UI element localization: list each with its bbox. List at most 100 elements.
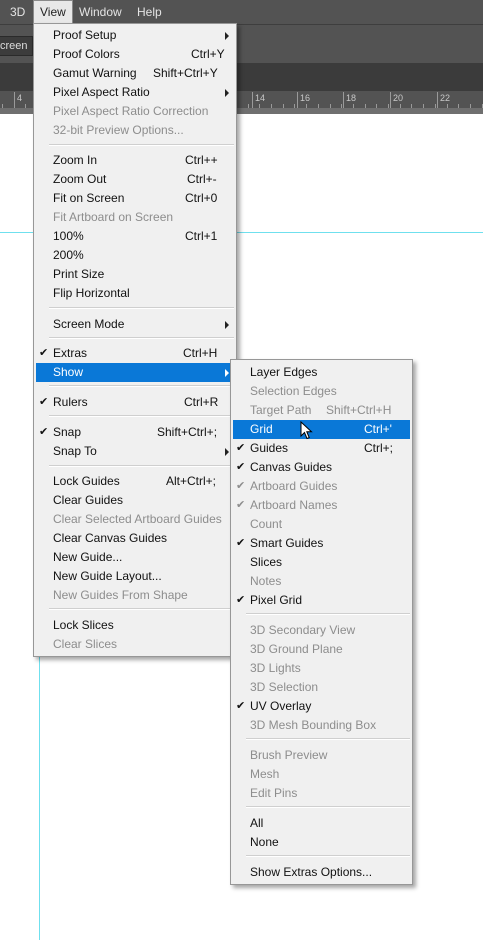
menu-item-extras[interactable]: ✔ Extras Ctrl+H bbox=[36, 344, 234, 363]
menu-item-artboard-guides: ✔ Artboard Guides bbox=[233, 477, 410, 496]
menu-item-label: Show Extras Options... bbox=[250, 865, 373, 879]
menu-item-fit-on-screen[interactable]: Fit on Screen Ctrl+0 bbox=[36, 189, 234, 208]
menu-item-shortcut: Alt+Ctrl+; bbox=[166, 474, 217, 488]
menu-item-label: Notes bbox=[250, 574, 282, 588]
menu-item-3d-secondary-view: 3D Secondary View bbox=[233, 621, 410, 640]
check-icon: ✔ bbox=[236, 594, 246, 606]
menu-item-200[interactable]: 200% bbox=[36, 246, 234, 265]
menu-item-guides[interactable]: ✔ Guides Ctrl+; bbox=[233, 439, 410, 458]
menu-separator bbox=[246, 855, 410, 857]
menu-item-shortcut: Shift+Ctrl+Y bbox=[153, 66, 218, 80]
ruler-tick-label: 22 bbox=[440, 93, 451, 103]
menu-item-proof-setup[interactable]: Proof Setup bbox=[36, 26, 234, 45]
menu-item-new-guide-layout[interactable]: New Guide Layout... bbox=[36, 567, 234, 586]
menu-item-label: Show bbox=[53, 365, 84, 379]
menu-item-label: Fit on Screen bbox=[53, 191, 125, 205]
menu-item-pixel-aspect-ratio[interactable]: Pixel Aspect Ratio bbox=[36, 83, 234, 102]
chevron-right-icon bbox=[225, 321, 229, 329]
menu-item-label: Count bbox=[250, 517, 283, 531]
menu-item-slices[interactable]: Slices bbox=[233, 553, 410, 572]
menu-item-shortcut: Shift+Ctrl+; bbox=[157, 425, 218, 439]
menu-separator bbox=[246, 613, 410, 615]
screen-mode-button[interactable]: creen bbox=[0, 36, 33, 56]
menubar: 3D View Window Help bbox=[0, 0, 483, 24]
menu-item-clear-canvas-guides[interactable]: Clear Canvas Guides bbox=[36, 529, 234, 548]
menu-item-shortcut: Ctrl+; bbox=[364, 441, 394, 455]
menu-item-label: New Guides From Shape bbox=[53, 588, 188, 602]
menu-item-print-size[interactable]: Print Size bbox=[36, 265, 234, 284]
menu-item-uv-overlay[interactable]: ✔ UV Overlay bbox=[233, 697, 410, 716]
menu-item-shortcut: Ctrl+R bbox=[184, 395, 219, 409]
menu-separator bbox=[49, 337, 234, 339]
menu-item-label: Slices bbox=[250, 555, 283, 569]
chevron-right-icon bbox=[225, 32, 229, 40]
menu-item-label: None bbox=[250, 835, 279, 849]
menu-item-layer-edges[interactable]: Layer Edges bbox=[233, 363, 410, 382]
menu-item-label: Mesh bbox=[250, 767, 280, 781]
menu-item-clear-guides[interactable]: Clear Guides bbox=[36, 491, 234, 510]
menu-item-pixel-aspect-ratio-correction: Pixel Aspect Ratio Correction bbox=[36, 102, 234, 121]
menu-item-grid[interactable]: Grid Ctrl+' bbox=[233, 420, 410, 439]
menu-item-screen-mode[interactable]: Screen Mode bbox=[36, 315, 234, 334]
check-icon: ✔ bbox=[39, 426, 49, 438]
menu-item-lock-slices[interactable]: Lock Slices bbox=[36, 616, 234, 635]
menu-item-label: Fit Artboard on Screen bbox=[53, 210, 174, 224]
menu-item-shortcut: Ctrl+- bbox=[187, 172, 217, 186]
menu-item-label: Clear Slices bbox=[53, 637, 118, 651]
menu-window[interactable]: Window bbox=[73, 0, 128, 24]
menu-item-label: Proof Setup bbox=[53, 28, 117, 42]
menu-item-shortcut: Ctrl+1 bbox=[185, 229, 218, 243]
check-icon: ✔ bbox=[236, 442, 246, 454]
menu-item-pixel-grid[interactable]: ✔ Pixel Grid bbox=[233, 591, 410, 610]
menu-item-label: Grid bbox=[250, 422, 273, 436]
menu-item-label: Smart Guides bbox=[250, 536, 324, 550]
menu-item-clear-selected-artboard-guides: Clear Selected Artboard Guides bbox=[36, 510, 234, 529]
menu-item-label: Clear Canvas Guides bbox=[53, 531, 168, 545]
menu-item-label: Zoom In bbox=[53, 153, 98, 167]
menu-item-shortcut: Ctrl+0 bbox=[185, 191, 218, 205]
menu-item-notes: Notes bbox=[233, 572, 410, 591]
menu-item-target-path: Target Path Shift+Ctrl+H bbox=[233, 401, 410, 420]
menu-separator bbox=[49, 608, 234, 610]
menu-item-shortcut: Ctrl++ bbox=[185, 153, 218, 167]
menu-3d[interactable]: 3D bbox=[4, 0, 31, 24]
view-menu: Proof Setup Proof Colors Ctrl+Y Gamut Warni… bbox=[33, 23, 237, 657]
menu-item-shortcut: Shift+Ctrl+H bbox=[326, 403, 392, 417]
menu-item-selection-edges: Selection Edges bbox=[233, 382, 410, 401]
menu-separator bbox=[246, 806, 410, 808]
menu-item-flip-horizontal[interactable]: Flip Horizontal bbox=[36, 284, 234, 303]
menu-item-label: Target Path bbox=[250, 403, 312, 417]
menu-item-100[interactable]: 100% Ctrl+1 bbox=[36, 227, 234, 246]
menu-item-label: 3D Selection bbox=[250, 680, 319, 694]
menu-item-label: Pixel Aspect Ratio bbox=[53, 85, 150, 99]
check-icon: ✔ bbox=[236, 537, 246, 549]
menu-item-label: Lock Slices bbox=[53, 618, 114, 632]
menu-item-new-guide[interactable]: New Guide... bbox=[36, 548, 234, 567]
menu-item-zoom-in[interactable]: Zoom In Ctrl++ bbox=[36, 151, 234, 170]
menu-item-lock-guides[interactable]: Lock Guides Alt+Ctrl+; bbox=[36, 472, 234, 491]
menu-item-canvas-guides[interactable]: ✔ Canvas Guides bbox=[233, 458, 410, 477]
menu-item-snap-to[interactable]: Snap To bbox=[36, 442, 234, 461]
menu-item-rulers[interactable]: ✔ Rulers Ctrl+R bbox=[36, 393, 234, 412]
menu-item-artboard-names: ✔ Artboard Names bbox=[233, 496, 410, 515]
menu-help[interactable]: Help bbox=[131, 0, 168, 24]
menu-item-label: All bbox=[250, 816, 264, 830]
menu-item-gamut-warning[interactable]: Gamut Warning Shift+Ctrl+Y bbox=[36, 64, 234, 83]
check-icon: ✔ bbox=[236, 700, 246, 712]
menu-separator bbox=[49, 144, 234, 146]
menu-item-show-extras-options[interactable]: Show Extras Options... bbox=[233, 863, 410, 882]
menu-view[interactable]: View bbox=[33, 0, 73, 24]
check-icon: ✔ bbox=[39, 396, 49, 408]
menu-item-all[interactable]: All bbox=[233, 814, 410, 833]
menu-item-label: Flip Horizontal bbox=[53, 286, 130, 300]
menu-item-show[interactable]: Show bbox=[36, 363, 234, 382]
menu-item-label: Guides bbox=[250, 441, 289, 455]
menu-item-zoom-out[interactable]: Zoom Out Ctrl+- bbox=[36, 170, 234, 189]
menu-item-label: Screen Mode bbox=[53, 317, 125, 331]
check-icon: ✔ bbox=[39, 347, 49, 359]
menu-item-snap[interactable]: ✔ Snap Shift+Ctrl+; bbox=[36, 423, 234, 442]
menu-item-proof-colors[interactable]: Proof Colors Ctrl+Y bbox=[36, 45, 234, 64]
menu-item-smart-guides[interactable]: ✔ Smart Guides bbox=[233, 534, 410, 553]
menu-item-label: Pixel Grid bbox=[250, 593, 303, 607]
menu-item-none[interactable]: None bbox=[233, 833, 410, 852]
